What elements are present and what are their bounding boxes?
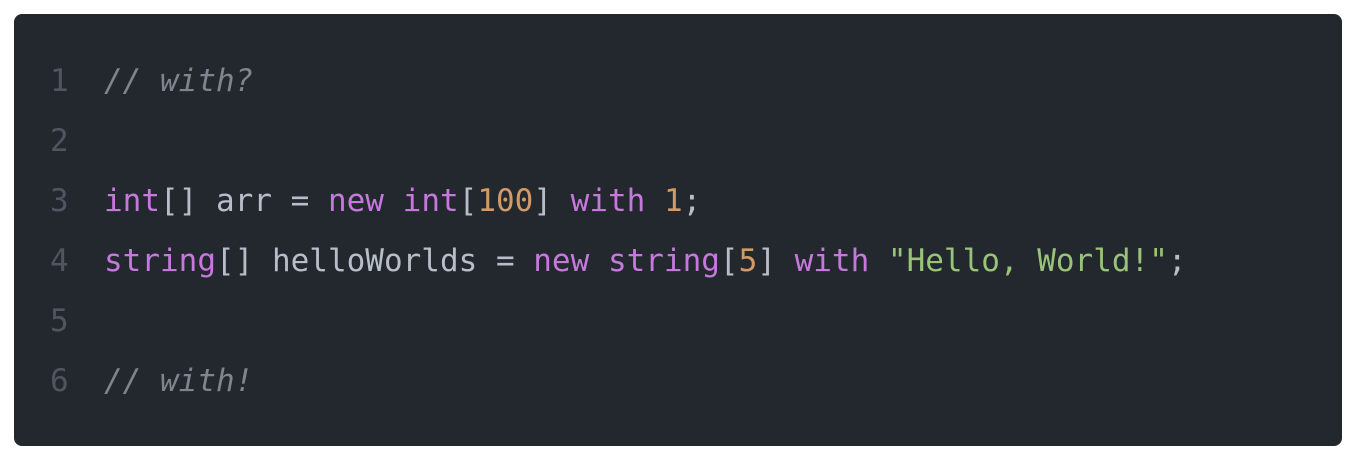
code-token-plain: ] <box>533 183 571 219</box>
line-number: 4 <box>50 243 69 279</box>
code-token-keyword: string <box>104 243 216 279</box>
code-line[interactable]: 5 <box>14 304 1342 364</box>
code-token-comment: // with! <box>104 363 254 399</box>
code-editor[interactable]: 1// with? 2 3 int[] arr = new int[100] with… <box>14 14 1342 446</box>
code-token-plain: [] helloWorlds = <box>215 243 534 279</box>
code-line[interactable]: 1 // with? <box>14 64 1342 124</box>
code-line[interactable]: 4 string[] helloWorlds = new string[5] wi… <box>14 244 1342 304</box>
line-code[interactable]: // with! <box>104 364 253 398</box>
line-number: 1 <box>50 63 69 99</box>
code-token-keyword: string <box>607 243 720 279</box>
code-token-keyword: int <box>104 183 160 219</box>
code-token-plain: ; <box>682 183 702 219</box>
code-line[interactable]: 2 <box>14 124 1342 184</box>
code-token-plain: ; <box>1167 243 1187 279</box>
code-token-number: 1 <box>663 183 683 219</box>
code-line[interactable]: 6 // with! <box>14 364 1342 424</box>
line-code[interactable]: int[] arr = new int[100] with 1; <box>104 184 701 218</box>
line-code[interactable]: // with? <box>104 64 253 98</box>
code-token-keyword: new <box>533 243 590 279</box>
code-line[interactable]: 3 int[] arr = new int[100] with 1; <box>14 184 1342 244</box>
code-token-plain: [ <box>458 183 478 219</box>
code-token-string: "Hello, World!" <box>887 243 1168 279</box>
code-token-keyword: new <box>327 183 384 219</box>
code-token-number: 5 <box>738 243 758 279</box>
line-number: 6 <box>50 363 69 399</box>
code-token-keyword: with <box>570 183 646 219</box>
code-token-keyword: int <box>402 183 459 219</box>
code-token-number: 100 <box>477 183 534 219</box>
code-token-comment: // with? <box>104 63 254 99</box>
line-code[interactable]: string[] helloWorlds = new string[5] wit… <box>104 244 1187 278</box>
code-token-plain: [] arr = <box>160 183 328 219</box>
line-number: 3 <box>50 183 69 219</box>
code-token-plain: [ <box>719 243 739 279</box>
line-number: 2 <box>50 123 69 159</box>
code-token-keyword: with <box>794 243 870 279</box>
code-token-plain: ] <box>757 243 795 279</box>
line-number: 5 <box>50 303 69 339</box>
